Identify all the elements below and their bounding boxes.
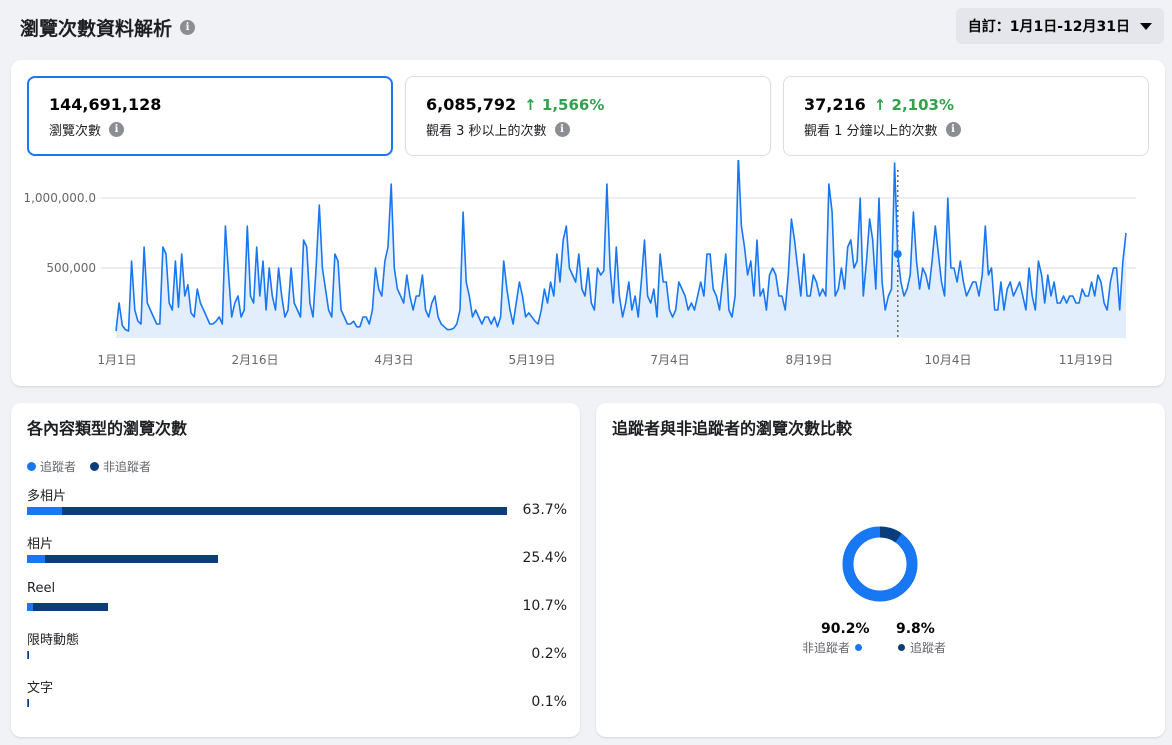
content-type-card: 各內容類型的瀏覽次數 追蹤者 非追蹤者 多相片 63.7% 相片 25.4% Reel 1…	[11, 403, 580, 737]
legend-item-follower: 追蹤者	[27, 458, 76, 475]
content-type-row: 文字 0.1%	[27, 677, 567, 710]
non-follower-bar-segment	[61, 507, 507, 515]
metric-card-views[interactable]: 144,691,128 瀏覽次數 i	[27, 76, 393, 156]
non-follower-bar-segment	[33, 603, 108, 611]
content-type-row: 限時動態 0.2%	[27, 629, 567, 662]
non-follower-dot-icon	[90, 462, 100, 471]
content-type-bar[interactable]	[27, 555, 219, 563]
metric-change: ↑ 2,103%	[873, 96, 955, 114]
content-type-row: 多相片 63.7%	[27, 485, 567, 518]
chart-x-ticks: 1月1日 2月16日 4月3日 5月19日 7月4日 8月19日 10月4日 11月19日	[97, 353, 1113, 367]
content-type-title: 各內容類型的瀏覽次數	[27, 419, 188, 438]
content-type-label: 相片	[27, 537, 54, 552]
follower-bar-segment	[27, 507, 62, 515]
content-type-percent: 10.7%	[522, 598, 567, 614]
content-type-label: Reel	[27, 581, 56, 596]
non-follower-label: 非追蹤者	[802, 641, 851, 655]
y-tick-label: 1,000,000.0	[23, 191, 96, 205]
info-icon[interactable]: i	[554, 122, 570, 137]
info-icon[interactable]: i	[109, 122, 125, 137]
content-type-label: 文字	[27, 681, 54, 696]
content-type-bar[interactable]	[27, 507, 507, 515]
content-type-bar[interactable]	[27, 651, 29, 659]
x-tick-label: 4月3日	[374, 353, 413, 367]
content-type-percent: 63.7%	[522, 502, 567, 518]
follower-comparison-card: 追蹤者與非追蹤者的瀏覽次數比較 90.2% 9.8% 非追蹤者 追蹤者	[596, 403, 1165, 737]
non-follower-legend: 非追蹤者	[802, 639, 863, 656]
info-icon[interactable]: i	[180, 20, 196, 35]
content-type-percent: 0.1%	[531, 694, 567, 710]
follower-label: 追蹤者	[910, 641, 947, 655]
content-type-legend: 追蹤者 非追蹤者	[27, 458, 151, 475]
x-tick-label: 11月19日	[1059, 353, 1114, 367]
content-type-row: 相片 25.4%	[27, 533, 567, 566]
content-type-row: Reel 10.7%	[27, 581, 567, 614]
legend-item-non-follower: 非追蹤者	[90, 458, 151, 475]
x-tick-label: 8月19日	[786, 353, 833, 367]
metric-label: 觀看 3 秒以上的次數	[426, 124, 547, 139]
non-follower-bar-segment	[28, 651, 29, 659]
follower-dot-icon	[27, 462, 36, 471]
page-header: 瀏覽次數資料解析 i	[20, 14, 196, 41]
y-tick-label: 500,000	[46, 261, 96, 275]
non-follower-bar-segment	[45, 555, 219, 563]
donut-area: 90.2% 9.8% 非追蹤者 追蹤者	[596, 403, 1165, 737]
metric-value: 37,216	[804, 95, 866, 114]
metric-value: 144,691,128	[49, 95, 162, 114]
donut-chart[interactable]	[596, 403, 1165, 737]
non-follower-bar-segment	[28, 699, 29, 707]
x-tick-label: 7月4日	[650, 353, 689, 367]
content-type-percent: 0.2%	[531, 646, 567, 662]
metric-label: 瀏覽次數	[49, 124, 102, 139]
x-tick-label: 10月4日	[925, 353, 972, 367]
x-tick-label: 5月19日	[509, 353, 556, 367]
follower-bar-segment	[27, 555, 46, 563]
content-type-bar[interactable]	[27, 603, 108, 611]
donut-non-follower-segment	[842, 526, 918, 602]
metric-card-3s-views[interactable]: 6,085,792 ↑ 1,566% 觀看 3 秒以上的次數 i	[405, 76, 771, 156]
content-type-bar[interactable]	[27, 699, 29, 707]
content-type-percent: 25.4%	[522, 550, 567, 566]
info-icon[interactable]: i	[945, 122, 961, 137]
metric-card-1min-views[interactable]: 37,216 ↑ 2,103% 觀看 1 分鐘以上的次數 i	[783, 76, 1149, 156]
chart-y-ticks: 1,000,000.0 500,000	[23, 191, 96, 275]
date-range-dropdown[interactable]: 自訂：1月1日-12月31日	[955, 8, 1164, 44]
content-type-label: 限時動態	[27, 633, 80, 648]
caret-down-icon	[1140, 22, 1152, 30]
follower-legend: 追蹤者	[898, 639, 946, 656]
views-overview-card: 144,691,128 瀏覽次數 i 6,085,792 ↑ 1,566% 觀看…	[11, 60, 1165, 386]
non-follower-percent: 90.2%	[821, 621, 870, 637]
metric-label: 觀看 1 分鐘以上的次數	[804, 124, 938, 139]
x-tick-label: 1月1日	[97, 353, 136, 367]
metric-change: ↑ 1,566%	[524, 96, 605, 114]
hover-point[interactable]	[893, 250, 902, 258]
views-line-chart[interactable]: 1,000,000.0 500,000 1月1日 2月16日 4月3日 5月19日 7月4…	[11, 160, 1165, 380]
date-range-label: 自訂：1月1日-12月31日	[967, 19, 1130, 35]
follower-percent: 9.8%	[896, 621, 935, 637]
metric-value: 6,085,792	[426, 95, 517, 114]
legend-label: 非追蹤者	[103, 460, 152, 474]
follower-dot-icon	[898, 644, 905, 651]
content-type-label: 多相片	[27, 489, 67, 504]
legend-label: 追蹤者	[40, 460, 77, 474]
page-title: 瀏覽次數資料解析	[20, 18, 173, 40]
x-tick-label: 2月16日	[232, 353, 279, 367]
non-follower-dot-icon	[855, 644, 863, 651]
